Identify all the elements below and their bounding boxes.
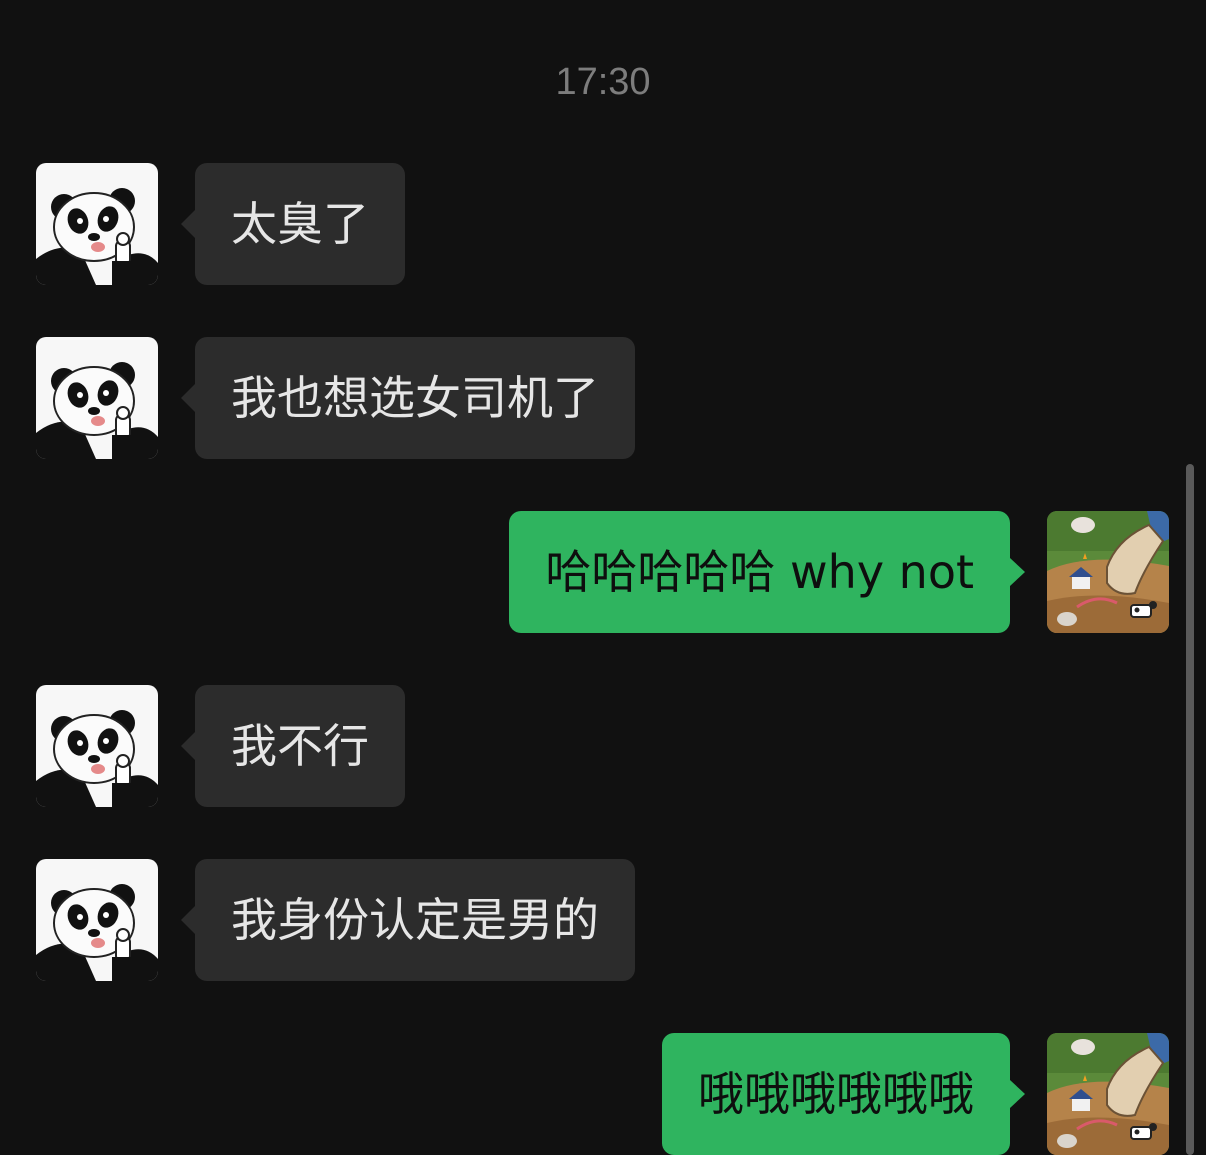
message-bubble-incoming[interactable]: 太臭了 [181,163,405,285]
message-bubble-outgoing[interactable]: 哦哦哦哦哦哦 [662,1033,1025,1155]
scrollbar[interactable] [1186,464,1194,1155]
message-bubble-incoming[interactable]: 我不行 [181,685,405,807]
message-bubble-incoming[interactable]: 我也想选女司机了 [181,337,635,459]
panda-avatar-icon[interactable] [36,859,158,981]
message-bubble-incoming[interactable]: 我身份认定是男的 [181,859,635,981]
panda-avatar-icon[interactable] [36,337,158,459]
message-bubble-outgoing[interactable]: 哈哈哈哈哈 why not [509,511,1025,633]
stomping-shoe-avatar-icon[interactable] [1047,1033,1169,1155]
panda-avatar-icon[interactable] [36,685,158,807]
panda-avatar-icon[interactable] [36,163,158,285]
stomping-shoe-avatar-icon[interactable] [1047,511,1169,633]
timestamp: 17:30 [555,61,651,103]
